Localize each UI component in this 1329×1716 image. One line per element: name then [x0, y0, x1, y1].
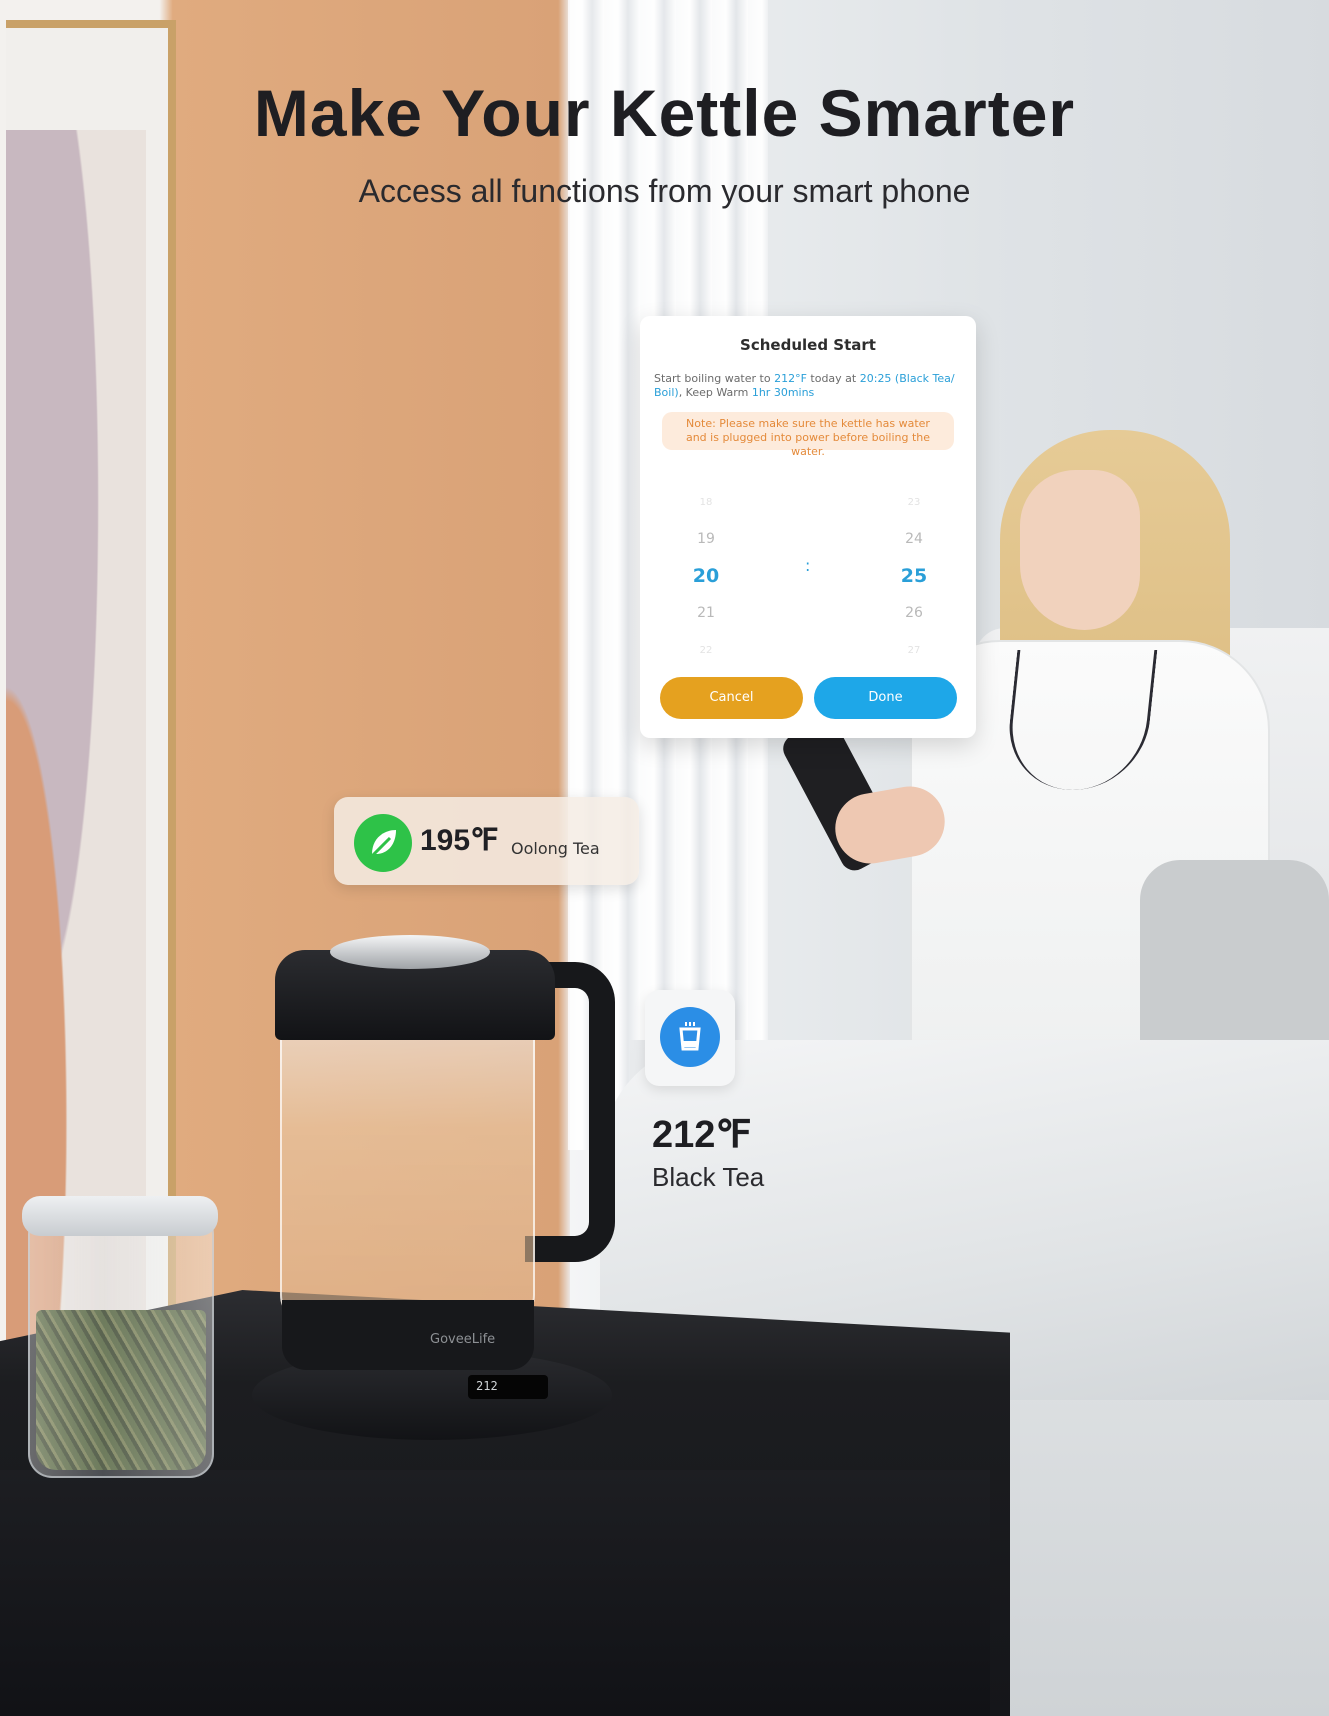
minute-option[interactable]: 24: [884, 521, 944, 558]
dialog-title: Scheduled Start: [740, 336, 876, 354]
body-mid2: , Keep Warm: [678, 386, 752, 399]
hour-selected[interactable]: 20: [676, 558, 736, 595]
done-button[interactable]: Done: [814, 677, 957, 719]
kettle-brand: GoveeLife: [430, 1332, 496, 1347]
target-temperature: 212°F: [774, 372, 807, 385]
hour-option[interactable]: 22: [676, 632, 736, 669]
nightstand-front: [0, 1470, 990, 1716]
kettle-footer: [282, 1300, 534, 1370]
oolong-tea-card: 195℉ Oolong Tea: [334, 797, 639, 885]
jar-lid: [22, 1196, 218, 1236]
hour-option[interactable]: 21: [676, 595, 736, 632]
minute-option[interactable]: 23: [884, 484, 944, 521]
scheduled-start-dialog: Scheduled Start Start boiling water to 2…: [640, 316, 976, 738]
headline: Make Your Kettle Smarter: [253, 76, 1076, 150]
kettle-lid: [330, 935, 490, 969]
body-prefix: Start boiling water to: [654, 372, 775, 385]
hour-option[interactable]: 18: [676, 484, 736, 521]
body-mid: today at: [806, 372, 860, 385]
minute-selected[interactable]: 25: [884, 558, 944, 595]
person-face: [1020, 470, 1140, 630]
minute-option[interactable]: 27: [884, 632, 944, 669]
keep-warm-duration: 1hr 30mins: [751, 386, 815, 399]
hour-option[interactable]: 19: [676, 521, 736, 558]
hour-picker[interactable]: 18 19 20 21 22: [676, 484, 736, 669]
subheadline: Access all functions from your smart pho…: [358, 173, 971, 209]
minute-option[interactable]: 26: [884, 595, 944, 632]
oolong-name: Oolong Tea: [511, 839, 600, 858]
product-scene: GoveeLife 212: [0, 0, 1329, 1716]
black-tea-card: [645, 990, 735, 1086]
black-tea-name: Black Tea: [652, 1162, 765, 1192]
black-tea-temperature: 212℉: [652, 1114, 752, 1156]
dialog-body: Start boiling water to 212°F today at 20…: [654, 372, 964, 400]
time-separator: :: [805, 556, 811, 575]
glass-jar: [28, 1210, 214, 1478]
minute-picker[interactable]: 23 24 25 26 27: [884, 484, 944, 669]
leaf-icon: [354, 814, 412, 872]
cancel-button[interactable]: Cancel: [660, 677, 803, 719]
frame-artwork: [6, 130, 146, 1370]
kettle-glass-body: [280, 1020, 535, 1325]
cup-icon: [660, 1007, 720, 1067]
kettle-display: 212: [468, 1375, 548, 1399]
power-note: Note: Please make sure the kettle has wa…: [662, 412, 954, 458]
oolong-temperature: 195℉: [420, 824, 499, 857]
